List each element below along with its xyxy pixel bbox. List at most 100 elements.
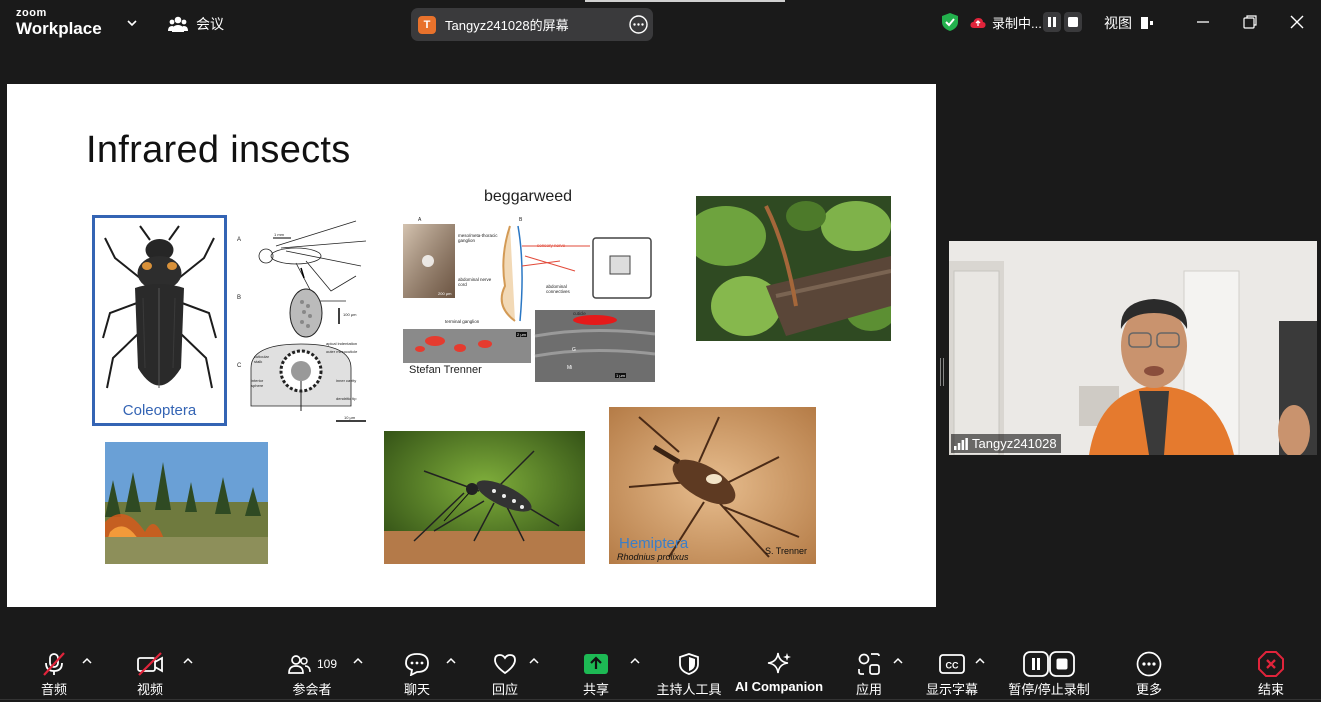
insect-on-branch-photo [696,196,891,341]
chat-options-caret-icon[interactable] [446,657,456,665]
neuro-abd-cord-label: abdominal nerve cord [458,277,492,287]
anat-cuticular-stalk: cuticular stalk [254,354,269,364]
end-label: 结束 [1257,682,1284,697]
sparkle-icon [767,652,791,674]
camera-off-icon [137,652,163,676]
participant-video-tile[interactable]: Tangyz241028 [949,241,1317,455]
end-meeting-button[interactable]: 结束 [1252,640,1290,702]
react-label: 回应 [491,682,518,697]
fig-label-b: B [237,295,242,301]
neuro-terminal-label: terminal ganglion [445,319,480,324]
security-shield-icon[interactable] [941,12,959,32]
fig-label-a: A [237,237,242,243]
video-label: 视频 [136,682,163,697]
closed-captions-icon: CC [939,654,965,674]
participant-name: Tangyz241028 [972,436,1057,451]
mosquito-photo [384,431,585,564]
cloud-record-icon [970,17,986,28]
anat-outer-mesocuticle: outer mesocuticle [326,349,358,354]
rhodnius-label: Rhodnius prolixus [617,552,689,562]
recording-status[interactable]: 录制中... [970,13,1042,32]
anat-apical-indentation: apical indentation [326,341,358,346]
host-tools-label: 主持人工具 [656,682,722,697]
coleoptera-label: Coleoptera [122,402,197,419]
react-options-caret-icon[interactable] [529,657,539,665]
neuro-mi-label: Mi [567,365,573,371]
anat-dendritic-tip: dendritic tip [336,396,357,401]
video-options-caret-icon[interactable] [183,657,193,665]
participants-button[interactable]: 109 参会者 [283,640,341,702]
chat-button[interactable]: 聊天 [398,640,436,702]
stop-icon [1068,17,1078,27]
more-options-icon[interactable] [629,15,648,34]
neuro-scale-200: 200 μm [438,291,452,296]
neuro-meso-label: meso/meta-thoracic ganglion [458,233,498,243]
host-tools-button[interactable]: 主持人工具 [655,640,723,702]
more-label: 更多 [1135,682,1162,697]
video-button[interactable]: 视频 [131,640,169,702]
mic-muted-icon [43,652,65,676]
chat-label: 聊天 [403,682,430,697]
view-button[interactable]: 视图 [1104,13,1154,33]
panel-resize-handle[interactable] [940,358,944,386]
coleoptera-beetle-image: Coleoptera [92,215,227,426]
apps-label: 应用 [855,682,882,697]
record-label: 暂停/停止录制 [1008,682,1090,697]
pause-icon [1048,17,1056,27]
forest-fire-photo [105,442,268,564]
pit-organ-anatomy-drawing: A B C 1 mm 100 μm 10 μm apical indentati… [236,216,371,426]
top-bar: zoom Workplace 会议 T Tangyz241028的屏幕 录制中.… [0,0,1321,46]
signal-strength-icon [954,437,968,450]
react-button[interactable]: 回应 [486,640,524,702]
shared-slide: Infrared insects beggarweed Coleoptera A… [7,84,936,607]
top-progress-line [585,0,785,2]
captions-button[interactable]: CC 显示字幕 [922,640,982,702]
anat-interior-sphere: interior sphere [251,378,264,388]
pause-stop-recording-button[interactable]: 暂停/停止录制 [1005,640,1093,702]
screen-share-indicator[interactable]: T Tangyz241028的屏幕 [411,8,653,41]
fig-label-c: C [237,363,242,369]
beggarweed-label: beggarweed [484,188,573,205]
captions-options-caret-icon[interactable] [975,657,985,665]
audio-label: 音频 [40,682,67,697]
brand-zoom-text: zoom [16,7,47,19]
shield-icon [679,653,699,675]
meeting-toolbar: 音频 视频 109 参会者 聊天 回应 共享 主持人工具 AI Companio… [0,640,1321,702]
pause-recording-button[interactable] [1043,12,1061,32]
close-window-icon[interactable] [1287,12,1307,32]
share-label: 共享 [582,682,609,697]
chat-bubble-icon [405,653,429,676]
restore-window-icon[interactable] [1240,12,1260,32]
more-button[interactable]: 更多 [1130,640,1168,702]
share-options-caret-icon[interactable] [630,657,640,665]
more-dots-icon [1136,651,1162,677]
apps-options-caret-icon[interactable] [893,657,903,665]
share-screen-button[interactable]: 共享 [577,640,615,702]
participants-label: 参会者 [292,682,332,697]
participant-name-badge: Tangyz241028 [951,434,1061,453]
neuro-cuticle-label: cuticle [573,311,586,316]
sharer-avatar: T [418,15,436,34]
anat-inner-cavity: inner cavity [336,378,357,383]
apps-button[interactable]: 应用 [850,640,888,702]
zoom-workplace-logo: zoom Workplace [16,7,102,38]
meeting-button[interactable]: 会议 [168,13,224,35]
scale-label-100um: 100 μm [343,312,357,317]
chevron-down-icon[interactable] [125,16,139,30]
audio-button[interactable]: 音频 [35,640,73,702]
end-call-icon [1258,651,1284,677]
minimize-icon[interactable] [1193,12,1213,32]
participant-video-frame [949,241,1317,455]
brand-workplace-text: Workplace [16,19,102,38]
participants-options-caret-icon[interactable] [353,657,363,665]
slide-title: Infrared insects [86,129,351,171]
audio-options-caret-icon[interactable] [82,657,92,665]
neuro-scale-1um: 1 μm [615,373,626,378]
recording-label: 录制中... [992,16,1042,31]
neuro-scale-2um: 2 μm [516,332,527,337]
stefan-trenner-credit: Stefan Trenner [409,364,482,376]
ai-companion-button[interactable]: AI Companion [735,640,823,702]
view-layout-icon [1141,17,1153,29]
share-arrow-icon [584,654,608,674]
stop-recording-button[interactable] [1064,12,1082,32]
